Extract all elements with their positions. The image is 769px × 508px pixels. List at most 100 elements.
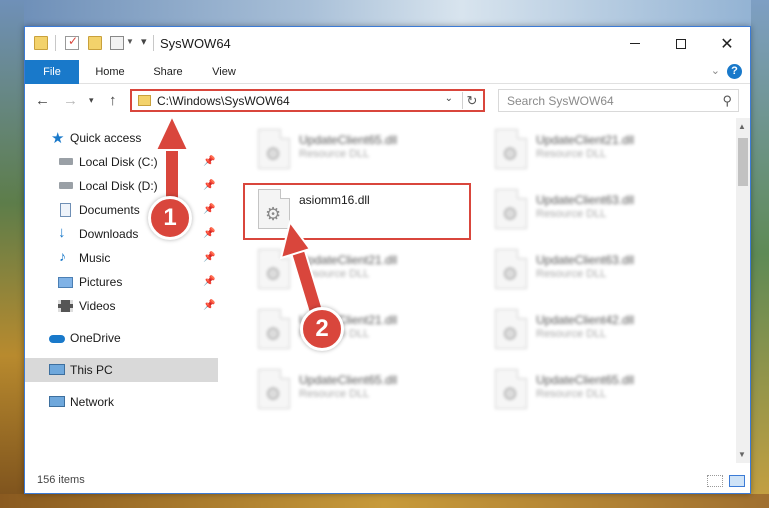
address-path[interactable]: C:\Windows\SysWOW64 bbox=[157, 94, 290, 108]
file-name: UpdateClient65.dll bbox=[299, 133, 398, 147]
file-name: UpdateClient63.dll bbox=[536, 193, 635, 207]
file-name: UpdateClient21.dll bbox=[299, 253, 398, 267]
file-item[interactable]: ⚙ UpdateClient42.dll Resource DLL bbox=[481, 303, 709, 361]
folder-icon bbox=[34, 36, 48, 50]
address-bar[interactable]: C:\Windows\SysWOW64 ⌄ ↻ bbox=[130, 89, 485, 112]
dll-file-icon: ⚙ bbox=[258, 309, 290, 349]
computer-icon bbox=[49, 364, 65, 375]
videos-icon bbox=[58, 300, 73, 312]
file-list: ⚙ UpdateClient65.dll Resource DLL ⚙ Upda… bbox=[226, 118, 736, 463]
scroll-up-icon[interactable]: ▲ bbox=[738, 122, 746, 131]
title-separator bbox=[55, 35, 56, 51]
close-icon: ✕ bbox=[720, 35, 734, 53]
file-name: UpdateClient65.dll bbox=[299, 373, 398, 387]
vertical-scrollbar[interactable]: ▲ ▼ bbox=[736, 118, 750, 463]
tab-home[interactable]: Home bbox=[87, 60, 133, 84]
pin-icon[interactable]: 📌 bbox=[203, 228, 215, 239]
sidebar-item-label: OneDrive bbox=[70, 331, 121, 345]
search-placeholder[interactable]: Search SysWOW64 bbox=[507, 94, 614, 108]
sidebar-item-label: Downloads bbox=[79, 227, 139, 241]
chevron-down-icon[interactable]: ▼ bbox=[126, 37, 134, 46]
dll-file-icon: ⚙ bbox=[258, 369, 290, 409]
pin-icon[interactable]: 📌 bbox=[203, 180, 215, 191]
file-description: Resource DLL bbox=[536, 268, 607, 280]
file-item[interactable]: ⚙ UpdateClient65.dll Resource DLL bbox=[244, 123, 472, 181]
details-view-icon[interactable] bbox=[707, 475, 723, 487]
file-description: Resource DLL bbox=[299, 148, 370, 160]
tab-view[interactable]: View bbox=[201, 60, 247, 84]
pin-icon[interactable]: 📌 bbox=[203, 204, 215, 215]
sidebar-item-music[interactable]: ♪ Music 📌 bbox=[25, 246, 218, 270]
file-item[interactable]: ⚙ UpdateClient65.dll Resource DLL bbox=[244, 363, 472, 421]
file-description: Resource DLL bbox=[299, 388, 370, 400]
up-arrow-icon[interactable]: ↑ bbox=[109, 92, 117, 109]
minimize-button[interactable] bbox=[612, 27, 658, 60]
music-icon: ♪ bbox=[59, 248, 66, 264]
step-badge-2: 2 bbox=[300, 307, 344, 351]
sidebar-item-label: Videos bbox=[79, 299, 116, 313]
customize-toolbar-icon[interactable]: ▾ bbox=[141, 35, 147, 48]
sidebar-item-videos[interactable]: Videos 📌 bbox=[25, 294, 218, 318]
pin-icon[interactable]: 📌 bbox=[203, 156, 215, 167]
sidebar-item-onedrive[interactable]: OneDrive bbox=[25, 326, 218, 350]
scroll-thumb[interactable] bbox=[738, 138, 748, 186]
file-item[interactable]: ⚙ UpdateClient21.dll Resource DLL bbox=[244, 243, 472, 301]
file-item[interactable]: ⚙ UpdateClient63.dll Resource DLL bbox=[481, 243, 709, 301]
sidebar-item-label: This PC bbox=[70, 363, 113, 377]
recent-locations-chevron-icon[interactable]: ▾ bbox=[89, 95, 94, 106]
dll-file-icon: ⚙ bbox=[495, 129, 527, 169]
sidebar-item-label: Local Disk (D:) bbox=[79, 179, 158, 193]
sidebar-item-label: Quick access bbox=[70, 131, 142, 145]
navigation-pane: ★ Quick access Local Disk (C:) 📌 Local D… bbox=[25, 118, 218, 463]
sidebar-item-local-disk-c[interactable]: Local Disk (C:) 📌 bbox=[25, 150, 218, 174]
large-icons-view-icon[interactable] bbox=[729, 475, 745, 487]
properties-icon[interactable]: ✓ bbox=[65, 34, 79, 50]
file-item[interactable]: ⚙ UpdateClient63.dll Resource DLL bbox=[481, 183, 709, 241]
file-item[interactable]: ⚙ UpdateClient65.dll Resource DLL bbox=[481, 363, 709, 421]
tab-share[interactable]: Share bbox=[145, 60, 191, 84]
download-icon: ↓ bbox=[58, 224, 66, 241]
forward-arrow-icon[interactable]: → bbox=[63, 92, 78, 109]
title-separator bbox=[153, 35, 154, 51]
sidebar-item-this-pc[interactable]: This PC bbox=[25, 358, 218, 382]
folder-icon bbox=[138, 95, 151, 106]
item-count: 156 items bbox=[37, 474, 85, 486]
dll-file-icon: ⚙ bbox=[258, 249, 290, 289]
sidebar-item-quick-access[interactable]: ★ Quick access bbox=[25, 126, 218, 150]
expand-ribbon-icon[interactable]: ⌄ bbox=[711, 64, 720, 77]
sidebar-item-label: Documents bbox=[79, 203, 140, 217]
file-item[interactable]: ⚙ UpdateClient21.dll Resource DLL bbox=[244, 303, 472, 361]
pin-icon[interactable]: 📌 bbox=[203, 300, 215, 311]
pin-icon[interactable]: 📌 bbox=[203, 276, 215, 287]
file-description: Resource DLL bbox=[299, 268, 370, 280]
minimize-icon bbox=[630, 43, 640, 44]
dll-file-icon: ⚙ bbox=[495, 249, 527, 289]
help-icon[interactable]: ? bbox=[727, 64, 742, 79]
desktop-background-right bbox=[751, 0, 769, 508]
sidebar-item-label: Pictures bbox=[79, 275, 123, 289]
address-dropdown-icon[interactable]: ⌄ bbox=[445, 93, 453, 104]
title-bar: ✓ ▼ ▾ SysWOW64 ✕ bbox=[25, 27, 750, 60]
back-arrow-icon[interactable]: ← bbox=[35, 92, 50, 109]
close-button[interactable]: ✕ bbox=[704, 27, 750, 60]
sidebar-item-pictures[interactable]: Pictures 📌 bbox=[25, 270, 218, 294]
file-name: UpdateClient65.dll bbox=[536, 373, 635, 387]
drive-icon bbox=[59, 158, 73, 165]
search-box[interactable]: Search SysWOW64 ⚲ bbox=[498, 89, 739, 112]
file-item[interactable]: ⚙ UpdateClient21.dll Resource DLL bbox=[481, 123, 709, 181]
sidebar-item-label: Music bbox=[79, 251, 111, 265]
tab-file[interactable]: File bbox=[25, 60, 79, 84]
new-folder-icon[interactable] bbox=[88, 36, 102, 50]
navigation-bar: ← → ▾ ↑ C:\Windows\SysWOW64 ⌄ ↻ Search S… bbox=[25, 84, 750, 118]
search-icon[interactable]: ⚲ bbox=[722, 93, 732, 109]
sidebar-item-label: Local Disk (C:) bbox=[79, 155, 158, 169]
maximize-button[interactable] bbox=[658, 27, 704, 60]
sidebar-item-local-disk-d[interactable]: Local Disk (D:) 📌 bbox=[25, 174, 218, 198]
pin-icon[interactable]: 📌 bbox=[203, 252, 215, 263]
scroll-down-icon[interactable]: ▼ bbox=[738, 450, 746, 459]
refresh-icon[interactable]: ↻ bbox=[462, 92, 481, 109]
maximize-icon bbox=[676, 38, 686, 49]
view-options-icon[interactable] bbox=[110, 36, 124, 50]
sidebar-item-network[interactable]: Network bbox=[25, 390, 218, 414]
file-name: UpdateClient63.dll bbox=[536, 253, 635, 267]
